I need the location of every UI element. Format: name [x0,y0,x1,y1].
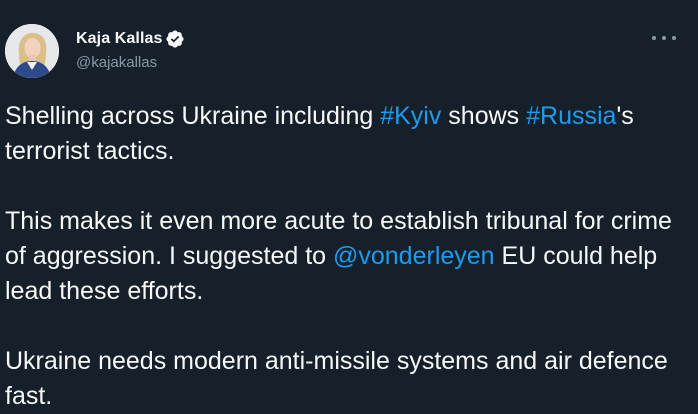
tweet-paragraph-3: Ukraine needs modern anti-missile system… [5,344,690,414]
text-segment: Shelling across Ukraine including [5,102,381,130]
hashtag-kyiv-link[interactable]: #Kyiv [380,102,441,130]
profile-photo-icon [5,24,59,78]
more-horizontal-icon-dot [662,36,666,40]
more-horizontal-icon-dot [672,36,676,40]
mention-vonderleyen-link[interactable]: @vonderleyen [333,242,495,270]
hashtag-russia-link[interactable]: #Russia [526,102,616,130]
tweet-paragraph-2: This makes it even more acute to establi… [5,204,690,309]
more-horizontal-icon-dot [652,36,656,40]
more-options-button[interactable] [652,30,676,46]
avatar[interactable] [5,24,59,78]
text-segment: shows [441,102,527,130]
tweet-card: Kaja Kallas @kajakallas Shelling across … [0,0,698,410]
author-name-row[interactable]: Kaja Kallas [76,28,185,50]
tweet-text: Shelling across Ukraine including #Kyiv … [5,99,690,414]
verified-badge-icon [166,30,185,48]
author-handle[interactable]: @kajakallas [76,54,157,71]
tweet-paragraph-1: Shelling across Ukraine including #Kyiv … [5,99,690,169]
text-segment: Ukraine needs modern anti-missile system… [5,347,668,410]
author-display-name[interactable]: Kaja Kallas [76,30,162,48]
